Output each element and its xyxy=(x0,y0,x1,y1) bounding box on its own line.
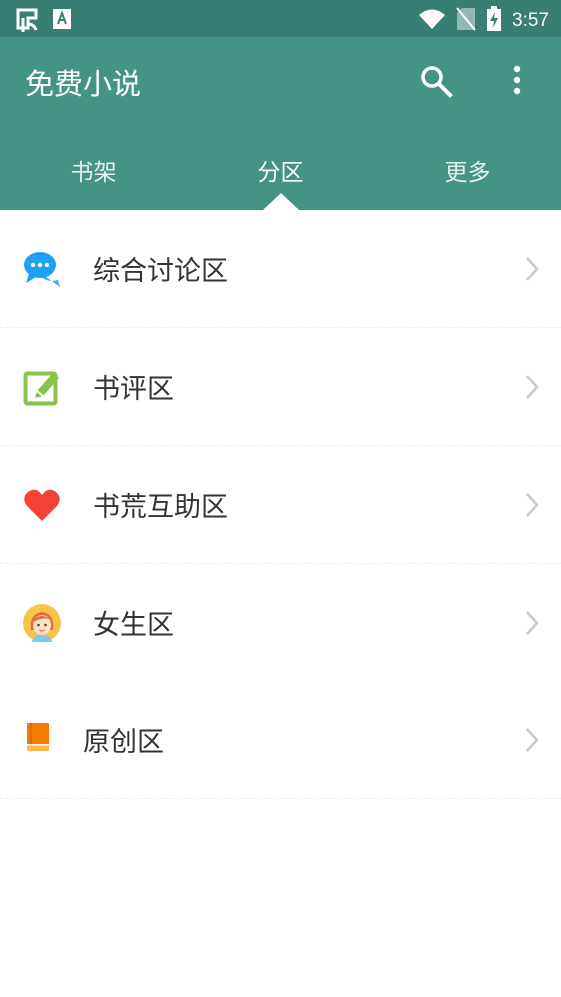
section-item-general-discussion[interactable]: 综合讨论区 xyxy=(0,210,561,328)
tab-label: 书架 xyxy=(70,160,117,186)
section-label: 女生区 xyxy=(93,610,174,641)
section-label: 书评区 xyxy=(93,374,174,405)
chevron-right-icon xyxy=(524,610,540,636)
heart-icon xyxy=(23,486,61,524)
edit-note-icon xyxy=(23,368,61,406)
search-icon xyxy=(421,66,453,98)
no-sim-icon xyxy=(456,7,476,35)
girl-avatar-icon xyxy=(23,604,61,642)
status-bar: 3:57 xyxy=(0,0,561,37)
tab-more[interactable]: 更多 xyxy=(374,145,561,210)
tab-label: 更多 xyxy=(444,160,491,186)
more-vertical-icon xyxy=(513,65,521,95)
more-options-button[interactable] xyxy=(503,63,531,99)
clock: 3:57 xyxy=(512,10,549,31)
bug-icon xyxy=(14,6,40,36)
active-tab-indicator xyxy=(262,193,299,210)
wifi-icon xyxy=(418,8,446,34)
chevron-right-icon xyxy=(524,492,540,518)
chevron-right-icon xyxy=(524,727,540,753)
chevron-right-icon xyxy=(524,374,540,400)
chat-bubble-icon xyxy=(23,250,61,288)
section-item-female[interactable]: 女生区 xyxy=(0,564,561,681)
text-icon xyxy=(52,8,72,34)
app-bar: 免费小说 书架 分区 更多 xyxy=(0,37,561,210)
search-button[interactable] xyxy=(418,63,454,99)
tab-sections[interactable]: 分区 xyxy=(187,145,374,210)
tab-bar: 书架 分区 更多 xyxy=(0,145,561,210)
section-label: 书荒互助区 xyxy=(93,492,228,523)
tab-label: 分区 xyxy=(257,160,304,186)
section-item-original[interactable]: 原创区 xyxy=(0,681,561,799)
section-item-book-help[interactable]: 书荒互助区 xyxy=(0,446,561,564)
page-title: 免费小说 xyxy=(25,67,142,101)
section-label: 原创区 xyxy=(83,727,164,758)
section-list: 综合讨论区 书评区 书荒互助区 女生区 原创区 xyxy=(0,210,561,799)
chevron-right-icon xyxy=(524,256,540,282)
section-item-book-reviews[interactable]: 书评区 xyxy=(0,328,561,446)
battery-charging-icon xyxy=(486,6,502,36)
section-label: 综合讨论区 xyxy=(93,256,228,287)
tab-bookshelf[interactable]: 书架 xyxy=(0,145,187,210)
book-icon xyxy=(26,723,50,751)
